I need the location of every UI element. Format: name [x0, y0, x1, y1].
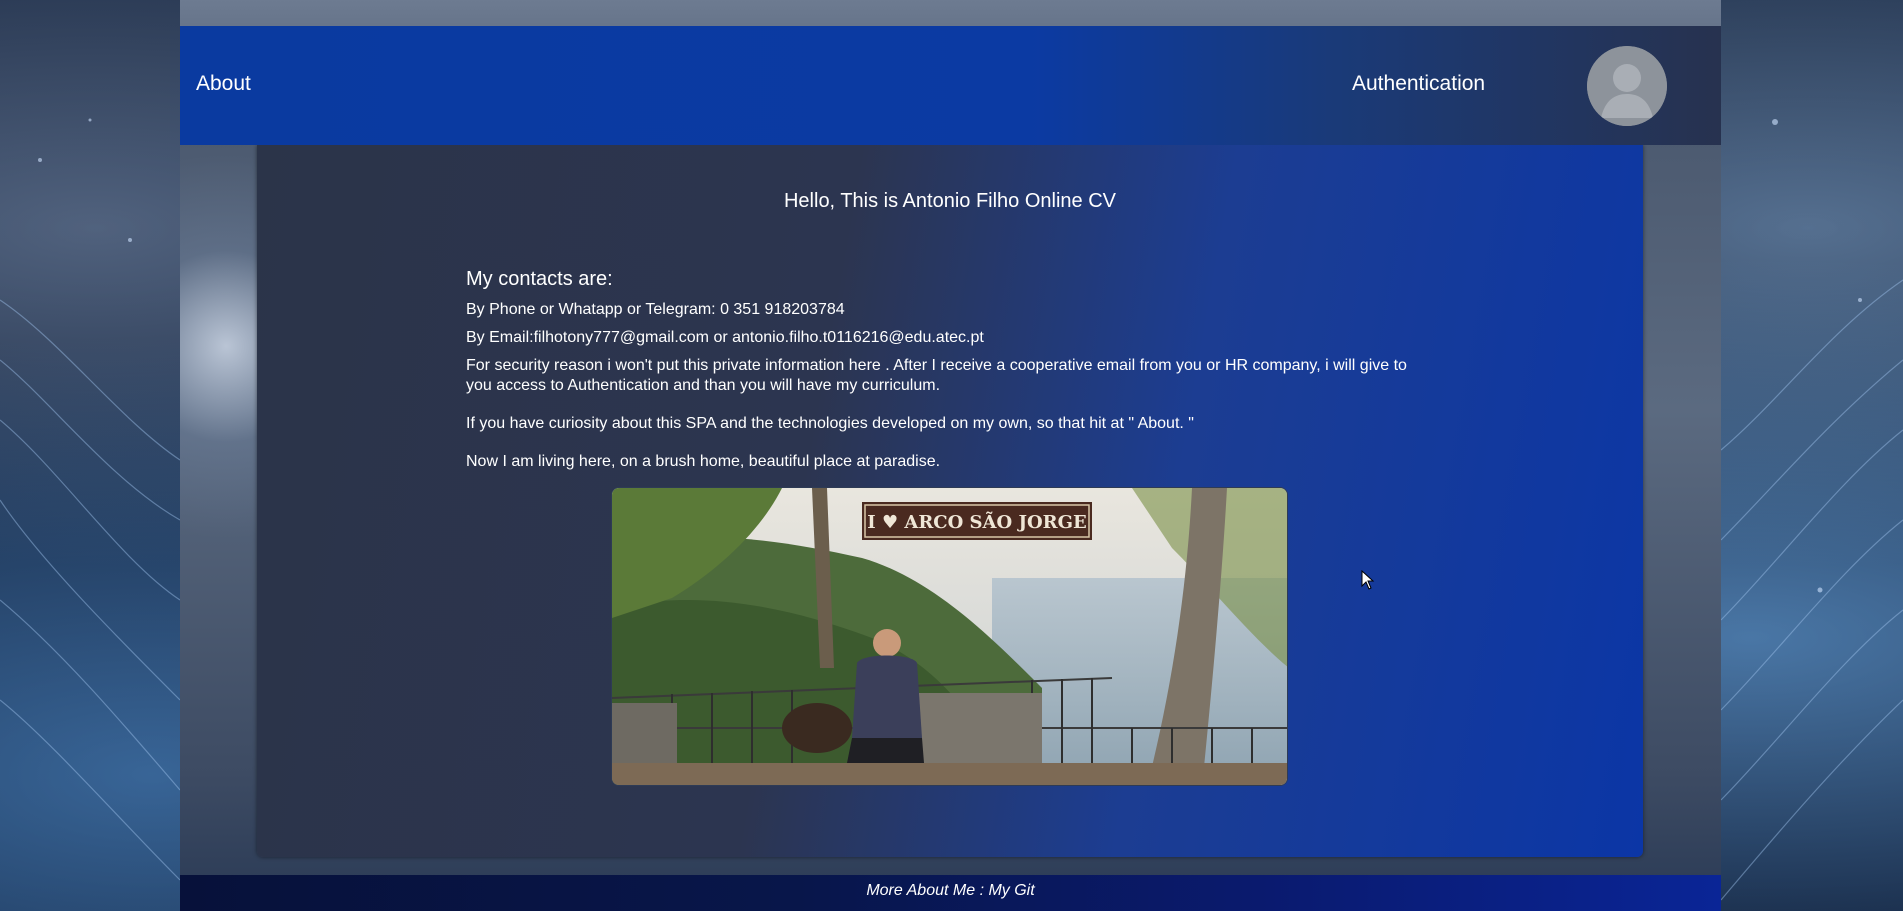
contacts-title: My contacts are:: [466, 268, 613, 290]
living-note: Now I am living here, on a brush home, b…: [466, 453, 941, 470]
contacts-section: My contacts are: By Phone or Whatapp or …: [466, 268, 1426, 480]
landscape-photo: I ♥ ARCO SÃO JORGE: [611, 487, 1288, 786]
nav-about-link[interactable]: About: [196, 72, 251, 96]
security-note: For security reason i won't put this pri…: [466, 357, 1407, 394]
person-silhouette-icon: [1587, 46, 1667, 126]
email-line: By Email:filhotony777@gmail.com or anton…: [466, 329, 984, 346]
spa-note: If you have curiosity about this SPA and…: [466, 415, 1194, 432]
top-navbar: About Authentication: [180, 26, 1721, 145]
cv-panel: Hello, This is Antonio Filho Online CV M…: [257, 145, 1643, 857]
git-link[interactable]: My Git: [988, 882, 1034, 899]
user-avatar-icon[interactable]: [1587, 46, 1667, 126]
footer-text: More About Me : My Git: [866, 882, 1034, 900]
nav-authentication-link[interactable]: Authentication: [1352, 72, 1485, 96]
footer-more-label: More About Me :: [866, 882, 989, 899]
arco-sao-jorge-photo: I ♥ ARCO SÃO JORGE: [612, 488, 1287, 785]
page-footer: More About Me : My Git: [180, 875, 1721, 911]
phone-line: By Phone or Whatapp or Telegram: 0 351 9…: [466, 301, 845, 318]
page-title: Hello, This is Antonio Filho Online CV: [783, 190, 1116, 212]
mouse-pointer-icon: [1361, 570, 1375, 590]
photo-sign-text: I ♥ ARCO SÃO JORGE: [867, 510, 1086, 533]
